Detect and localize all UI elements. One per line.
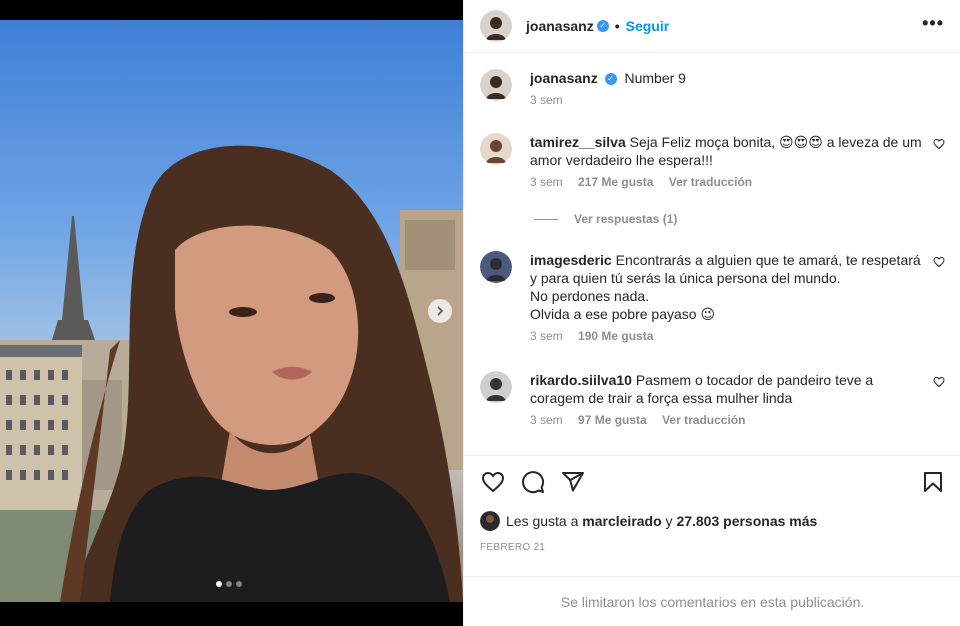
likes-prefix: Les gusta a [506,513,579,529]
comment-username[interactable]: rikardo.siilva10 [530,372,632,388]
comment-username[interactable]: tamirez__silva [530,134,626,150]
comment-username[interactable]: imagesderic [530,252,612,268]
comment-likes[interactable]: 190 Me gusta [578,329,653,343]
verified-badge-icon: ✓ [596,20,609,32]
author-avatar[interactable] [480,69,512,101]
comment-time[interactable]: 3 sem [530,329,563,343]
author-username[interactable]: joanasanz [526,18,594,34]
comments-limited-notice: Se limitaron los comentarios en esta pub… [464,576,960,626]
view-replies-label: Ver respuestas (1) [574,212,678,226]
post-media [0,0,463,626]
commenter-avatar[interactable] [480,251,512,283]
post-header: joanasanz ✓ • Seguir ••• [464,0,960,53]
likes-summary: Les gusta a marcleirado y 27.803 persona… [480,511,817,531]
share-send-icon[interactable] [561,470,585,494]
post-actions [464,455,960,507]
view-replies-button[interactable]: Ver respuestas (1) [534,212,677,226]
comment-likes[interactable]: 217 Me gusta [578,175,653,189]
verified-badge-icon: ✓ [604,73,617,86]
liker-avatar[interactable] [480,511,500,531]
heart-icon[interactable] [933,138,945,150]
chevron-right-icon [437,306,444,316]
follow-button[interactable]: Seguir [626,18,670,34]
separator-dot: • [614,18,620,34]
commenter-avatar[interactable] [480,133,512,165]
comments-list: joanasanz ✓ Number 9 3 sem tamirez__silv… [464,53,960,455]
comment-time[interactable]: 3 sem [530,175,563,189]
likes-count[interactable]: 27.803 personas más [676,513,817,529]
post-date[interactable]: FEBRERO 21 [480,542,545,553]
comment-username[interactable]: joanasanz [530,70,598,86]
comment-likes[interactable]: 97 Me gusta [578,413,647,427]
instagram-post-view: joanasanz ✓ • Seguir ••• joanasanz ✓ Num… [0,0,960,626]
carousel-dot [226,581,232,587]
comment-text-line: No perdones nada. [530,288,650,304]
author-avatar[interactable] [480,10,512,42]
carousel-indicator [216,581,242,587]
caption-time[interactable]: 3 sem [530,93,563,107]
translate-link[interactable]: Ver traducción [662,413,745,427]
caption-text: Number 9 [624,70,686,86]
carousel-dot [236,581,242,587]
post-photo [0,20,463,602]
replies-line [534,218,558,220]
next-photo-button[interactable] [428,299,452,323]
translate-link[interactable]: Ver traducción [669,175,752,189]
comment-time[interactable]: 3 sem [530,413,563,427]
like-heart-icon[interactable] [481,470,505,494]
post-side-panel: joanasanz ✓ • Seguir ••• joanasanz ✓ Num… [463,0,960,626]
likes-mid: y [665,513,673,529]
carousel-dot [216,581,222,587]
comment-bubble-icon[interactable] [521,470,545,494]
more-options-icon[interactable]: ••• [922,13,944,34]
comment-text-line: Olvida a ese pobre payaso 😉 [530,306,716,322]
bookmark-save-icon[interactable] [921,470,945,494]
heart-icon[interactable] [933,256,945,268]
commenter-avatar[interactable] [480,371,512,403]
heart-icon[interactable] [933,376,945,388]
liker-username[interactable]: marcleirado [582,513,661,529]
